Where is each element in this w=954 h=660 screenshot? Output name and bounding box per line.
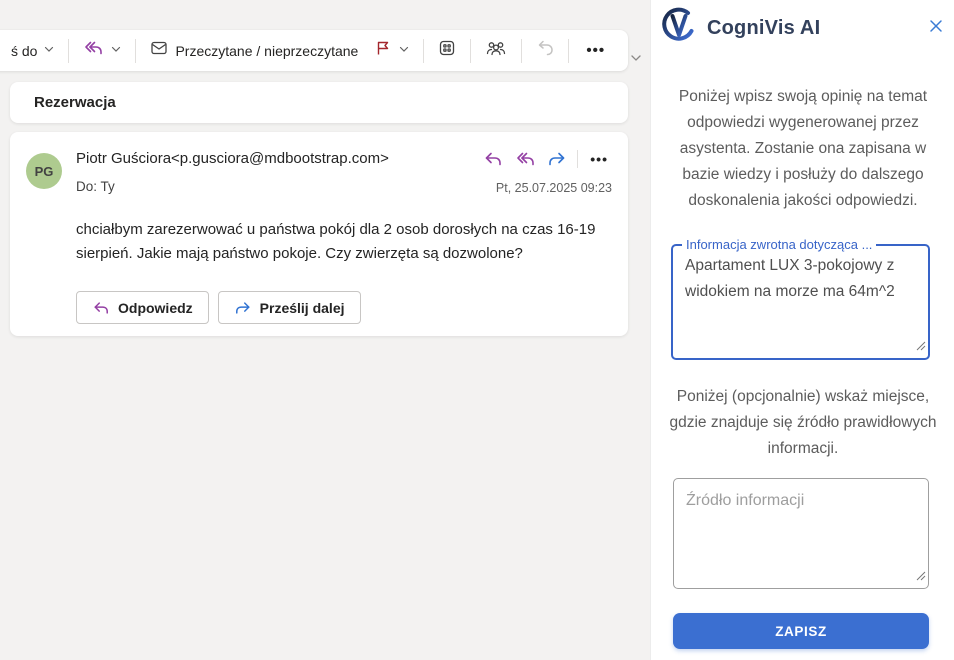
panel-header: CogniVis AI — [659, 6, 820, 51]
feedback-input[interactable]: Apartament LUX 3-pokojowy z widokiem na … — [673, 246, 928, 358]
message-date: Pt, 25.07.2025 09:23 — [495, 181, 612, 195]
feedback-field-label: Informacja zwrotna dotycząca ... — [682, 237, 877, 252]
reply-button[interactable]: Odpowiedz — [76, 291, 209, 324]
read-unread-button[interactable]: Przeczytane / nieprzeczytane — [141, 35, 366, 67]
source-instructions: Poniżej (opcjonalnie) wskaż miejsce, gdz… — [669, 388, 937, 457]
move-to-label: ś do — [11, 42, 38, 59]
flag-button[interactable] — [366, 35, 418, 67]
message-actions: ••• — [479, 146, 614, 172]
actions-divider — [577, 150, 579, 168]
feedback-instructions: Poniżej wpisz swoją opinię na temat odpo… — [678, 88, 928, 209]
toolbar-divider — [521, 38, 523, 63]
mail-reading-pane: ś do Przeczytane / nieprzeczytane ••• Re… — [0, 0, 650, 660]
apps-grid-icon — [437, 38, 457, 63]
toolbar-divider — [470, 38, 472, 63]
source-field-wrapper — [673, 478, 929, 589]
reply-all-button[interactable] — [74, 35, 130, 67]
undo-icon — [535, 38, 555, 63]
cognivis-panel: CogniVis AI Poniżej wpisz swoją opinię n… — [650, 0, 954, 660]
undo-button[interactable] — [527, 35, 563, 67]
forward-button[interactable]: Prześlij dalej — [217, 291, 361, 324]
toolbar-divider — [135, 38, 137, 63]
feedback-field-wrapper: Informacja zwrotna dotycząca ... Apartam… — [671, 237, 930, 360]
chevron-down-icon — [43, 42, 55, 60]
reply-icon — [485, 152, 502, 166]
panel-title: CogniVis AI — [707, 17, 821, 39]
toolbar-overflow-button[interactable]: ••• — [574, 42, 617, 59]
flag-icon — [374, 39, 392, 62]
people-button[interactable] — [476, 35, 516, 67]
envelope-icon — [149, 38, 169, 63]
move-to-button[interactable]: ś do — [3, 35, 63, 67]
email-subject: Rezerwacja — [34, 94, 116, 111]
source-input[interactable] — [674, 479, 928, 588]
reply-all-icon — [517, 152, 535, 166]
reply-icon — [94, 301, 108, 314]
message-overflow-button[interactable]: ••• — [584, 151, 614, 167]
toolbar-divider — [68, 38, 70, 63]
read-unread-label: Przeczytane / nieprzeczytane — [175, 42, 359, 59]
save-button[interactable]: ZAPISZ — [673, 613, 929, 649]
chevron-down-icon — [110, 42, 122, 60]
reply-all-icon-button[interactable] — [511, 146, 539, 172]
quick-reply-buttons: Odpowiedz Prześlij dalej — [76, 291, 361, 324]
collapse-chevron-icon[interactable] — [629, 51, 643, 70]
close-icon[interactable] — [926, 16, 946, 36]
message-body: chciałbym zarezerwować u państwa pokój d… — [76, 221, 596, 262]
apps-grid-button[interactable] — [429, 35, 465, 67]
people-icon — [484, 38, 508, 63]
sender-name[interactable]: Piotr Guściora<p.gusciora@mdbootstrap.co… — [76, 150, 389, 167]
chevron-down-icon — [398, 42, 410, 60]
mail-toolbar: ś do Przeczytane / nieprzeczytane ••• — [0, 30, 628, 71]
email-subject-card: Rezerwacja — [10, 82, 628, 123]
forward-icon — [549, 152, 565, 166]
reply-icon-button[interactable] — [479, 146, 507, 172]
cognivis-logo-icon — [659, 6, 699, 51]
toolbar-divider — [568, 38, 570, 63]
reply-button-label: Odpowiedz — [118, 299, 193, 316]
forward-icon-button[interactable] — [543, 146, 571, 172]
forward-button-label: Prześlij dalej — [259, 299, 345, 316]
toolbar-divider — [423, 38, 425, 63]
forward-icon — [235, 301, 250, 314]
reply-all-icon — [82, 38, 104, 63]
avatar[interactable]: PG — [26, 153, 62, 189]
email-message-card: PG Piotr Guściora<p.gusciora@mdbootstrap… — [10, 132, 628, 336]
recipient-line: Do: Ty — [76, 179, 115, 194]
